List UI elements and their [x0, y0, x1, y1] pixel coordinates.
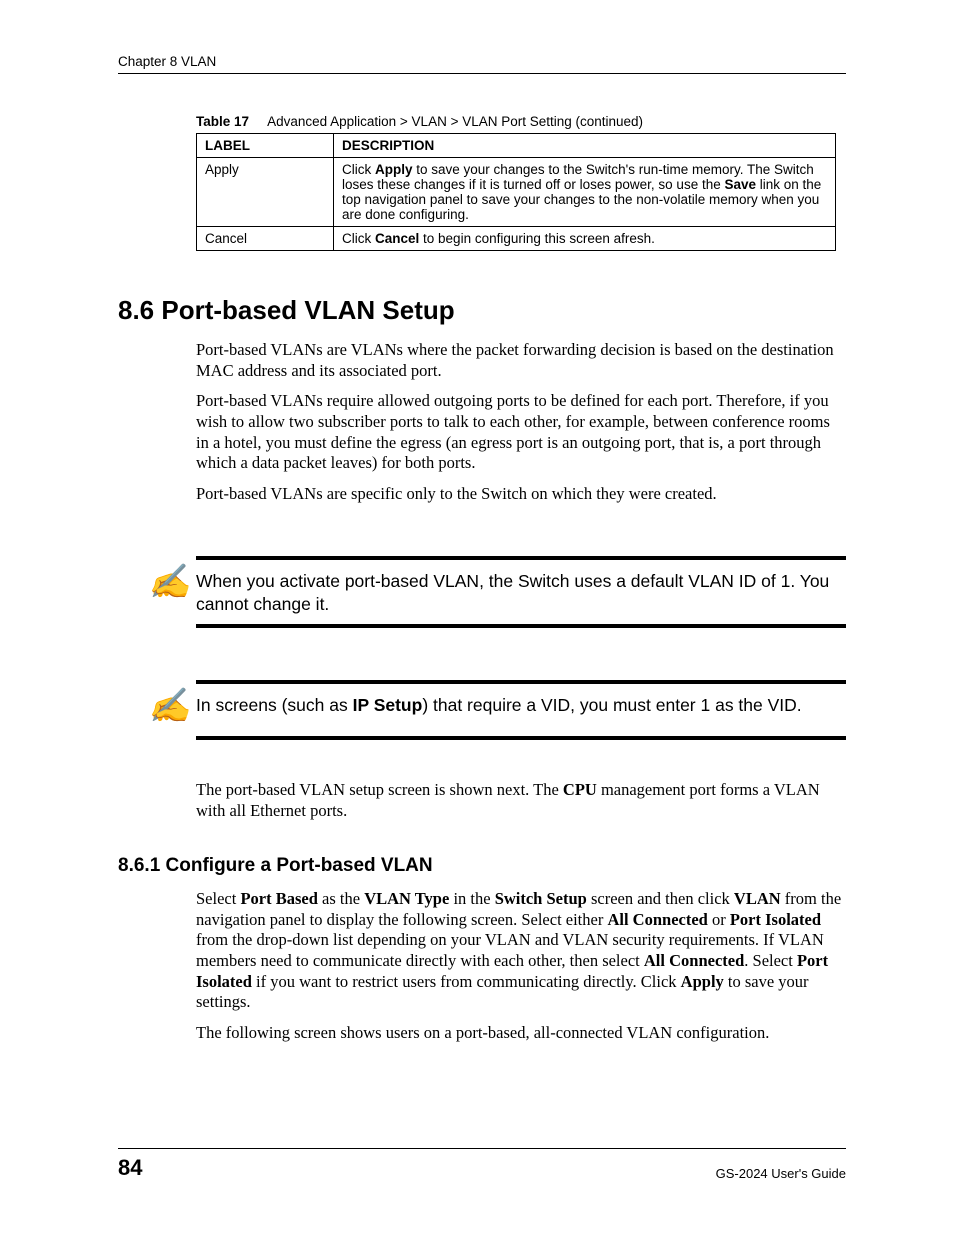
table-row: Cancel Click Cancel to begin configuring…: [197, 227, 836, 251]
note-rule-bottom: [196, 736, 846, 740]
cell-label: Apply: [197, 158, 334, 227]
note-text: In screens (such as IP Setup) that requi…: [196, 694, 846, 717]
page-number: 84: [118, 1155, 142, 1181]
table-title: Advanced Application > VLAN > VLAN Port …: [267, 114, 643, 129]
note-row: ✍ In screens (such as IP Setup) that req…: [148, 694, 846, 728]
body-paragraph: Port-based VLANs are VLANs where the pac…: [196, 340, 846, 381]
table-number: Table 17: [196, 114, 249, 129]
note-row: ✍ When you activate port-based VLAN, the…: [148, 570, 846, 616]
reference-table: LABEL DESCRIPTION Apply Click Apply to s…: [196, 133, 836, 251]
chapter-label: Chapter 8 VLAN: [118, 54, 216, 69]
cell-description: Click Cancel to begin configuring this s…: [334, 227, 836, 251]
section-heading: 8.6 Port-based VLAN Setup: [118, 295, 846, 326]
col-header-description: DESCRIPTION: [334, 134, 836, 158]
note-icon: ✍: [148, 566, 196, 600]
body-paragraph: Select Port Based as the VLAN Type in th…: [196, 889, 846, 1013]
table-caption: Table 17 Advanced Application > VLAN > V…: [196, 114, 846, 129]
page-footer: 84 GS-2024 User's Guide: [118, 1148, 846, 1181]
col-header-label: LABEL: [197, 134, 334, 158]
table-header-row: LABEL DESCRIPTION: [197, 134, 836, 158]
page: Chapter 8 VLAN Table 17 Advanced Applica…: [0, 0, 954, 1235]
cell-label: Cancel: [197, 227, 334, 251]
note-block: ✍ When you activate port-based VLAN, the…: [148, 556, 846, 628]
guide-title: GS-2024 User's Guide: [716, 1166, 846, 1181]
table-row: Apply Click Apply to save your changes t…: [197, 158, 836, 227]
page-header: Chapter 8 VLAN: [118, 54, 846, 74]
note-rule-top: [196, 680, 846, 684]
body-paragraph: Port-based VLANs are specific only to th…: [196, 484, 846, 505]
note-block: ✍ In screens (such as IP Setup) that req…: [148, 680, 846, 740]
note-rule-bottom: [196, 624, 846, 628]
body-paragraph: The following screen shows users on a po…: [196, 1023, 846, 1044]
note-icon: ✍: [148, 690, 196, 724]
body-paragraph: The port-based VLAN setup screen is show…: [196, 780, 846, 821]
cell-description: Click Apply to save your changes to the …: [334, 158, 836, 227]
note-rule-top: [196, 556, 846, 560]
body-paragraph: Port-based VLANs require allowed outgoin…: [196, 391, 846, 474]
subsection-heading: 8.6.1 Configure a Port-based VLAN: [118, 855, 846, 877]
note-text: When you activate port-based VLAN, the S…: [196, 570, 846, 616]
